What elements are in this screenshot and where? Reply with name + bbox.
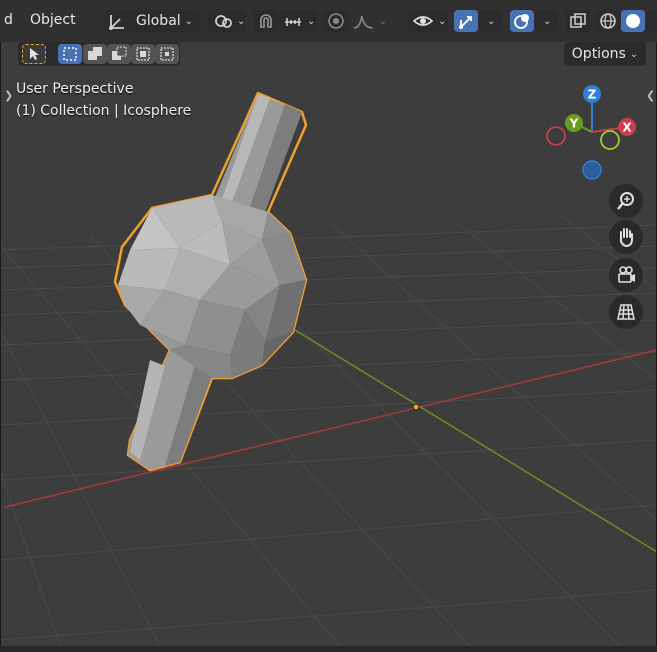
world-origin-marker xyxy=(412,403,420,411)
chevron-down-icon: ⌄ xyxy=(487,15,496,27)
zoom-button[interactable] xyxy=(609,184,643,218)
snap-increment-icon xyxy=(285,18,301,26)
gizmo-dropdown[interactable]: ⌄ xyxy=(479,10,501,32)
cursor-arrow-icon xyxy=(30,48,39,60)
gizmo-toggle[interactable] xyxy=(454,10,478,32)
gizmo-z-label: Z xyxy=(588,88,597,102)
gizmo-icon xyxy=(459,16,472,29)
overlays-icon xyxy=(514,14,529,29)
gizmo-y-label: Y xyxy=(569,117,579,131)
magnet-icon xyxy=(260,14,272,28)
select-intersect-icon xyxy=(160,47,174,61)
transform-orientation-dropdown[interactable]: Global ⌄ xyxy=(104,10,200,32)
active-tool-button[interactable] xyxy=(22,44,46,64)
chevron-down-icon: ⌄ xyxy=(629,48,639,60)
gizmo-x-label: X xyxy=(622,121,632,135)
pivot-point-dropdown[interactable]: ⌄ xyxy=(208,10,246,32)
orientation-label: Global xyxy=(136,13,181,29)
partial-menu-item[interactable]: d xyxy=(4,12,13,28)
chevron-down-icon: ⌄ xyxy=(378,15,387,27)
object-name: Icosphere xyxy=(123,103,192,119)
object-menu[interactable]: Object xyxy=(30,12,76,28)
viewport-header: d Object Global ⌄ ⌄ ⌄ ⌄ ⌄ ⌄ ⌄ xyxy=(0,0,657,42)
solid-shading-button[interactable] xyxy=(621,10,645,32)
bottom-divider xyxy=(0,646,657,652)
solid-shading-icon xyxy=(626,14,640,28)
select-subtract-icon xyxy=(112,46,127,60)
chevron-down-icon: ⌄ xyxy=(438,15,447,27)
material-shading-button[interactable] xyxy=(646,10,657,32)
gizmo-neg-x[interactable] xyxy=(546,126,566,146)
proportional-edit-icon xyxy=(328,13,344,29)
select-intersect-button[interactable] xyxy=(155,44,179,64)
snap-toggle[interactable] xyxy=(254,10,278,32)
xray-toggle[interactable] xyxy=(566,10,590,32)
camera-icon xyxy=(618,266,635,283)
zoom-icon xyxy=(617,192,634,210)
collection-separator: | xyxy=(113,103,119,119)
chevron-down-icon: ⌄ xyxy=(307,15,316,27)
gizmo-neg-y[interactable] xyxy=(600,130,620,150)
navigation-gizmo[interactable]: Z Y X xyxy=(542,82,642,182)
view-name: User Perspective xyxy=(16,81,134,97)
snap-target-dropdown[interactable]: ⌄ xyxy=(279,10,317,32)
select-extend-icon xyxy=(88,47,102,60)
sidebar-expand-arrow[interactable]: ❮ xyxy=(646,89,655,102)
wireframe-shading-button[interactable] xyxy=(596,10,620,32)
3d-viewport[interactable]: Z Y X User Perspective (1) Collection | … xyxy=(0,0,657,652)
select-subtract-button[interactable] xyxy=(107,44,131,64)
pivot-icon xyxy=(215,15,232,28)
wireframe-shading-icon xyxy=(600,13,616,29)
xray-icon xyxy=(570,13,586,28)
falloff-curve-icon xyxy=(353,15,373,29)
orientation-icon xyxy=(109,15,124,30)
chevron-down-icon: ⌄ xyxy=(237,15,246,27)
select-new-icon xyxy=(63,47,77,61)
chevron-down-icon: ⌄ xyxy=(543,15,552,27)
chevron-down-icon: ⌄ xyxy=(184,15,194,27)
pan-button[interactable] xyxy=(609,220,643,254)
hand-icon xyxy=(619,228,633,248)
select-new-button[interactable] xyxy=(58,44,82,64)
ortho-grid-icon xyxy=(617,304,635,320)
falloff-dropdown[interactable]: ⌄ xyxy=(349,10,387,32)
select-invert-icon xyxy=(136,47,150,61)
toolbar-expand-arrow[interactable]: ❯ xyxy=(4,89,13,102)
visibility-dropdown[interactable]: ⌄ xyxy=(408,10,448,32)
options-label: Options xyxy=(571,46,626,62)
collection-info: (1) Collection | Icosphere xyxy=(16,103,191,119)
ortho-toggle-button[interactable] xyxy=(609,295,643,329)
camera-view-button[interactable] xyxy=(609,258,643,292)
options-dropdown[interactable]: Options ⌄ xyxy=(564,42,646,66)
x-axis-line xyxy=(4,349,657,508)
eye-icon xyxy=(412,16,434,26)
overlays-dropdown[interactable]: ⌄ xyxy=(535,10,557,32)
proportional-edit-toggle[interactable] xyxy=(324,10,348,32)
gizmo-neg-z[interactable] xyxy=(582,160,602,180)
floor-grid xyxy=(0,214,657,647)
select-invert-button[interactable] xyxy=(131,44,155,64)
overlays-toggle[interactable] xyxy=(510,10,534,32)
collection-prefix: (1) Collection xyxy=(16,103,110,119)
select-extend-button[interactable] xyxy=(83,44,107,64)
